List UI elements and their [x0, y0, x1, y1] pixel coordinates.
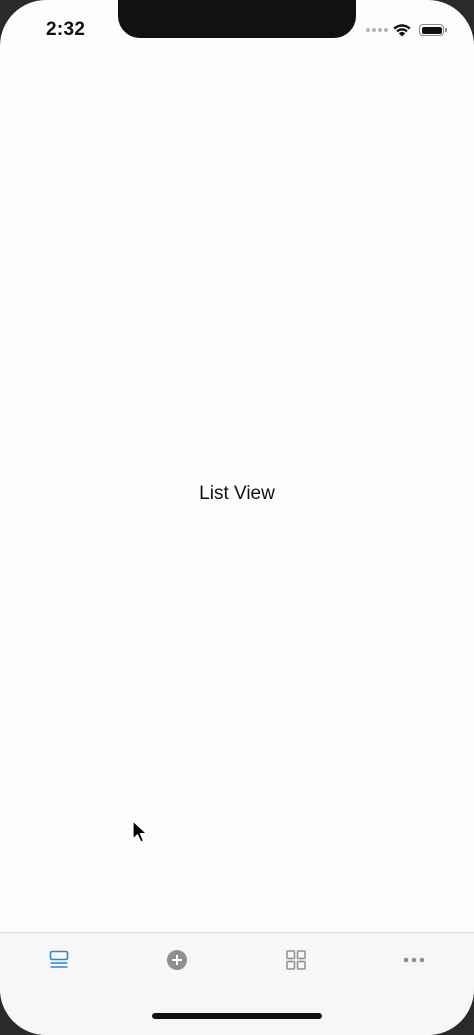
- grid-icon: [286, 950, 306, 970]
- status-time: 2:32: [46, 19, 86, 40]
- main-content: List View: [0, 44, 474, 932]
- mouse-cursor-icon: [132, 820, 148, 843]
- cellular-signal-icon: [366, 28, 388, 32]
- tab-more[interactable]: [399, 945, 429, 975]
- status-bar: 2:32: [0, 0, 474, 44]
- battery-icon: [419, 24, 444, 36]
- phone-screen: 2:32 List View: [0, 0, 474, 1035]
- tab-list[interactable]: [44, 945, 74, 975]
- home-indicator[interactable]: [152, 1013, 322, 1019]
- list-icon: [49, 950, 69, 968]
- tab-bar: [0, 932, 474, 1035]
- tab-add[interactable]: [162, 945, 192, 975]
- more-icon: [403, 957, 425, 963]
- tab-grid[interactable]: [281, 945, 311, 975]
- device-notch: [118, 0, 356, 38]
- wifi-icon: [393, 24, 411, 37]
- battery-tip: [445, 28, 447, 32]
- add-circle-icon: [167, 950, 187, 970]
- page-label: List View: [199, 483, 275, 504]
